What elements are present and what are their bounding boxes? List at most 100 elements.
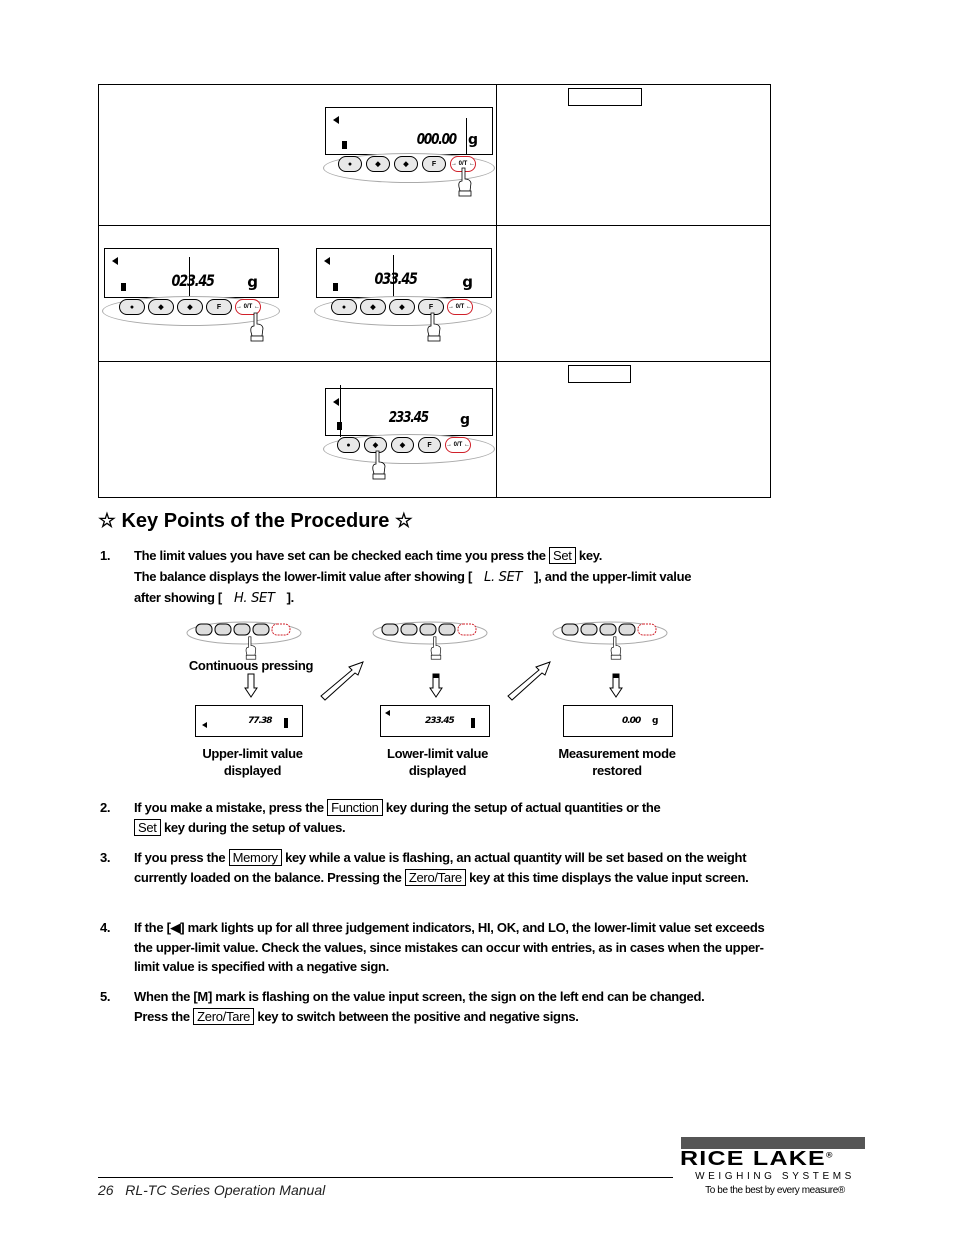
description-cell bbox=[497, 362, 770, 498]
item-text: key to switch between the positive and n… bbox=[257, 1008, 579, 1024]
item-number: 2. bbox=[100, 800, 111, 815]
lcd-digits: 77.38 bbox=[248, 716, 272, 726]
procedure-table: 000.00 g ● ◆ ◆ F → 0/T ← 023.45 g ● ◆ ◆ … bbox=[98, 84, 771, 498]
illustration-cell: 023.45 g ● ◆ ◆ F → 0/T ← 033.45 g ● ◆ ◆ … bbox=[99, 226, 497, 361]
item-text: after showing [ bbox=[134, 590, 222, 605]
function-key-ref: Function bbox=[327, 799, 383, 816]
memory-key[interactable]: ◆ bbox=[148, 299, 174, 315]
stability-mark-icon bbox=[342, 141, 347, 149]
item-number: 1. bbox=[100, 548, 111, 563]
stability-mark-icon bbox=[284, 718, 288, 728]
item-text: ], and the upper-limit value bbox=[534, 568, 692, 584]
zero-tare-key-ref: Zero/Tare bbox=[404, 868, 466, 886]
pressing-hand-icon bbox=[430, 636, 442, 660]
item-number: 5. bbox=[100, 989, 111, 1004]
lcd-digits: 0.00 bbox=[622, 716, 641, 726]
set-key[interactable]: ◆ bbox=[177, 299, 203, 315]
on-off-key[interactable]: ● bbox=[331, 299, 357, 315]
illustration-cell: 233.45 g ● ◆ ◆ F → 0/T ← bbox=[99, 362, 497, 498]
zero-tare-key[interactable]: → 0/T ← bbox=[445, 437, 471, 453]
lower-limit-caption: Lower-limit value displayed bbox=[360, 745, 515, 779]
down-arrow-icon bbox=[609, 673, 623, 698]
caption-line: Upper-limit value bbox=[202, 746, 303, 761]
logo-tagline: To be the best by every measure® bbox=[705, 1185, 845, 1196]
measurement-caption: Measurement mode restored bbox=[537, 745, 697, 779]
procedure-row-1: 000.00 g ● ◆ ◆ F → 0/T ← bbox=[99, 85, 770, 226]
caption-line: Measurement mode bbox=[558, 746, 676, 761]
lcd-display: 023.45 g bbox=[104, 248, 279, 298]
registered-mark: ® bbox=[825, 1152, 834, 1160]
lcd-digits: 233.45 bbox=[388, 408, 429, 426]
memory-key[interactable]: ◆ bbox=[366, 156, 390, 172]
on-off-key[interactable]: ● bbox=[119, 299, 145, 315]
set-key[interactable]: ◆ bbox=[391, 437, 414, 453]
lcd-display: 033.45 g bbox=[316, 248, 492, 299]
pressing-hand-icon bbox=[610, 636, 622, 660]
memory-key[interactable]: ◆ bbox=[360, 299, 386, 315]
caption-line: displayed bbox=[223, 763, 282, 778]
judgement-mark-icon bbox=[385, 710, 390, 716]
diagonal-arrow-icon bbox=[507, 661, 551, 701]
diagonal-arrow-icon bbox=[320, 661, 364, 701]
caption-line: restored bbox=[592, 763, 642, 778]
set-key-ref: Set bbox=[134, 818, 161, 836]
lcd-digits: 023.45 bbox=[171, 271, 215, 290]
stability-mark-icon bbox=[121, 283, 126, 291]
lcd-digits: 033.45 bbox=[374, 269, 418, 288]
item-text: key during the setup of values. bbox=[163, 819, 346, 835]
logo-name-text: RICE LAKE bbox=[680, 1148, 826, 1170]
flash-indicator bbox=[466, 118, 467, 154]
lower-limit-display: 233.45 bbox=[380, 705, 490, 737]
set-key-ref: Set bbox=[548, 547, 576, 564]
pressing-hand-icon bbox=[458, 167, 472, 197]
lcd-digits: 000.00 bbox=[416, 130, 457, 148]
item-text: The balance displays the lower-limit val… bbox=[134, 568, 473, 584]
function-key[interactable]: F bbox=[418, 437, 441, 453]
footer-rule bbox=[98, 1177, 673, 1178]
item-number: 3. bbox=[100, 850, 111, 865]
lcd-display: 233.45 g bbox=[325, 385, 493, 437]
measurement-display: 0.00 g bbox=[563, 705, 673, 737]
function-key[interactable]: F bbox=[422, 156, 446, 172]
on-off-key[interactable]: ● bbox=[338, 156, 362, 172]
judgement-mark-icon bbox=[112, 257, 118, 265]
procedure-row-3: 233.45 g ● ◆ ◆ F → 0/T ← bbox=[99, 362, 770, 498]
page-footer: 26 RL-TC Series Operation Manual bbox=[98, 1182, 326, 1198]
lcd-unit: g bbox=[247, 273, 258, 291]
set-key[interactable]: ◆ bbox=[394, 156, 418, 172]
item-text: If you make a mistake, press the bbox=[134, 800, 324, 815]
continuous-pressing-label: Continuous pressing bbox=[188, 658, 314, 673]
lcd-unit: g bbox=[459, 412, 470, 428]
lcd-unit: g bbox=[462, 273, 473, 291]
item-body: When the [M] mark is flashing on the val… bbox=[134, 987, 774, 1026]
logo-name: RICE LAKE® bbox=[680, 1148, 834, 1171]
flash-indicator bbox=[393, 255, 394, 299]
item-text: If you press the bbox=[134, 850, 226, 865]
stability-mark-icon bbox=[333, 283, 338, 291]
item-body: If the [◀] mark lights up for all three … bbox=[134, 920, 765, 974]
item-text: When the [M] mark is flashing on the val… bbox=[134, 989, 705, 1004]
item-text: key during the setup of actual quantitie… bbox=[385, 800, 661, 815]
on-off-key[interactable]: ● bbox=[337, 437, 360, 453]
set-key[interactable]: ◆ bbox=[389, 299, 415, 315]
caption-line: displayed bbox=[408, 763, 467, 778]
upper-limit-caption: Upper-limit value displayed bbox=[175, 745, 330, 779]
function-key[interactable]: F bbox=[206, 299, 232, 315]
judgement-mark-icon bbox=[333, 398, 339, 406]
item-text: key at this time displays the value inpu… bbox=[469, 869, 749, 885]
judgement-mark-icon bbox=[324, 257, 330, 265]
lcd-text-hset: H. SET bbox=[233, 591, 275, 606]
zero-tare-key[interactable]: → 0/T ← bbox=[447, 299, 473, 315]
judgement-mark-icon bbox=[333, 116, 339, 124]
stability-mark-icon bbox=[471, 718, 475, 728]
lcd-unit: g bbox=[467, 132, 478, 148]
pressing-hand-icon bbox=[250, 312, 264, 342]
item-text: Press the bbox=[134, 1008, 190, 1024]
pressing-hand-icon bbox=[427, 312, 441, 342]
description-cell bbox=[497, 226, 770, 361]
down-arrow-icon bbox=[429, 673, 443, 698]
lcd-digits: 233.45 bbox=[425, 716, 455, 726]
caption-line: Lower-limit value bbox=[386, 746, 489, 761]
item-text: key. bbox=[578, 548, 603, 563]
item-text: ]. bbox=[286, 590, 295, 605]
